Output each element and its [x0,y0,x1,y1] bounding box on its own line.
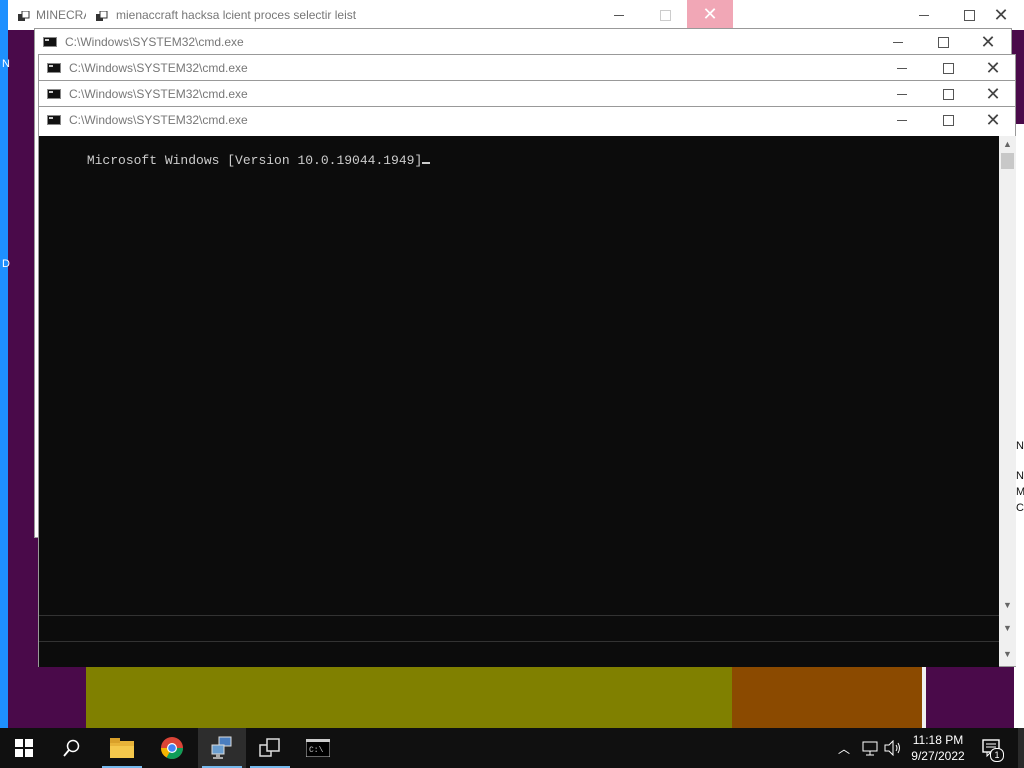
scrollbar-thumb[interactable] [1001,153,1014,169]
cmd-window-3-titlebar[interactable]: C:\Windows\SYSTEM32\cmd.exe [39,81,1015,107]
hack-maximize-button[interactable] [642,2,688,28]
left-edge-letter: N [2,58,10,70]
minecraft-window-title: MINECRA [36,8,88,22]
close-button[interactable]: ✕ [970,107,1016,133]
close-button[interactable]: ✕ [970,55,1016,81]
cmd-window-2[interactable]: C:\Windows\SYSTEM32\cmd.exe ✕ [38,54,1016,81]
search-icon [63,739,80,757]
hack-window-title: mienaccraft hacksa lcient proces selecti… [116,8,357,22]
terminal-icon: C:\ [306,739,330,757]
windows-stack-icon [259,738,280,757]
console-version-line: Microsoft Windows [Version 10.0.19044.19… [86,153,423,168]
cmd-window-3-title: C:\Windows\SYSTEM32\cmd.exe [69,87,248,101]
volume-icon[interactable] [884,739,902,761]
right-edge-text: N [1016,470,1024,482]
minimize-button[interactable] [879,81,925,107]
window-icon [18,10,30,21]
svg-text:C:\: C:\ [309,746,324,755]
maximize-button[interactable] [920,29,966,55]
clock[interactable]: 11:18 PM 9/27/2022 [906,732,970,764]
close-button[interactable]: ✕ [965,29,1011,55]
show-hidden-icons-chevron-icon[interactable]: ︿ [838,740,850,757]
scroll-down-arrow-icon[interactable]: ▼ [1003,623,1012,633]
minimize-button[interactable] [879,107,925,133]
console-output[interactable]: Microsoft Windows [Version 10.0.19044.19… [39,136,999,615]
pane-2-scrollbar[interactable]: ▼ [999,615,1016,641]
console-pane-3[interactable] [39,641,999,667]
network-icon[interactable] [862,740,878,761]
window-icon [96,10,108,21]
text-cursor [422,162,431,164]
folder-icon [110,738,134,758]
search-button[interactable] [48,728,96,768]
outer-close-button[interactable]: ✕ [978,2,1024,28]
scroll-up-arrow-icon[interactable]: ▲ [1003,139,1012,149]
cmd-window-2-title: C:\Windows\SYSTEM32\cmd.exe [69,61,248,75]
taskbar: C:\ ︿ 11:18 PM 9/27/2022 1 [0,728,1024,768]
hack-window[interactable]: mienaccraft hacksa lcient proces selecti… [86,0,1024,30]
left-edge-letter: D [2,258,10,270]
network-app-button[interactable] [198,728,246,768]
cmd-window-3[interactable]: C:\Windows\SYSTEM32\cmd.exe ✕ [38,80,1016,107]
pane-3-scrollbar[interactable]: ▼ [999,641,1016,666]
minimize-button[interactable] [875,29,921,55]
maximize-button[interactable] [925,81,971,107]
background-divider [922,660,926,728]
chrome-icon [161,737,183,759]
cmd-window-2-titlebar[interactable]: C:\Windows\SYSTEM32\cmd.exe [39,55,1015,81]
windows-logo-icon [15,739,33,757]
cmd-icon [47,63,61,73]
cmd-icon [47,115,61,125]
start-button[interactable] [0,728,48,768]
chrome-button[interactable] [148,728,196,768]
close-button[interactable]: ✕ [970,81,1016,107]
right-edge-text: N [1016,440,1024,452]
hack-close-button[interactable]: ✕ [687,0,733,28]
cmd-window-1-titlebar[interactable]: C:\Windows\SYSTEM32\cmd.exe [35,29,1011,55]
vertical-scrollbar[interactable]: ▲ ▼ [999,136,1016,615]
file-explorer-button[interactable] [98,728,146,768]
console-line: Microsoft Windows [Version 10.0.19044.19… [40,138,431,183]
task-view-button[interactable] [246,728,294,768]
desktop-left-strip [0,0,8,728]
background-orange-panel [732,660,922,728]
clock-date: 9/27/2022 [911,749,965,763]
maximize-button[interactable] [925,55,971,81]
minecraft-window[interactable]: MINECRA [8,0,88,30]
scroll-down-arrow-icon[interactable]: ▼ [1003,649,1012,659]
minimize-button[interactable] [879,55,925,81]
network-computer-icon [211,736,232,759]
cmd-window-4-title: C:\Windows\SYSTEM32\cmd.exe [69,113,248,127]
cmd-taskbar-button[interactable]: C:\ [294,728,342,768]
show-desktop-button[interactable] [1018,728,1024,768]
right-edge-text: M [1016,486,1024,498]
outer-minimize-button[interactable] [901,2,947,28]
cmd-window-1-title: C:\Windows\SYSTEM32\cmd.exe [65,35,244,49]
maximize-button[interactable] [925,107,971,133]
hack-minimize-button[interactable] [596,2,642,28]
scroll-down-arrow-icon[interactable]: ▼ [1003,600,1012,610]
cmd-window-4-titlebar[interactable]: C:\Windows\SYSTEM32\cmd.exe [39,107,1015,133]
right-edge-text: CR [1016,502,1024,514]
cmd-icon [43,37,57,47]
cmd-icon [47,89,61,99]
notification-badge: 1 [990,748,1004,762]
clock-time: 11:18 PM [912,733,964,747]
cmd-window-4[interactable]: C:\Windows\SYSTEM32\cmd.exe ✕ Microsoft … [38,106,1016,667]
background-olive-panel [86,660,732,728]
notification-center-button[interactable]: 1 [982,738,1004,762]
console-pane-2[interactable] [39,615,999,642]
